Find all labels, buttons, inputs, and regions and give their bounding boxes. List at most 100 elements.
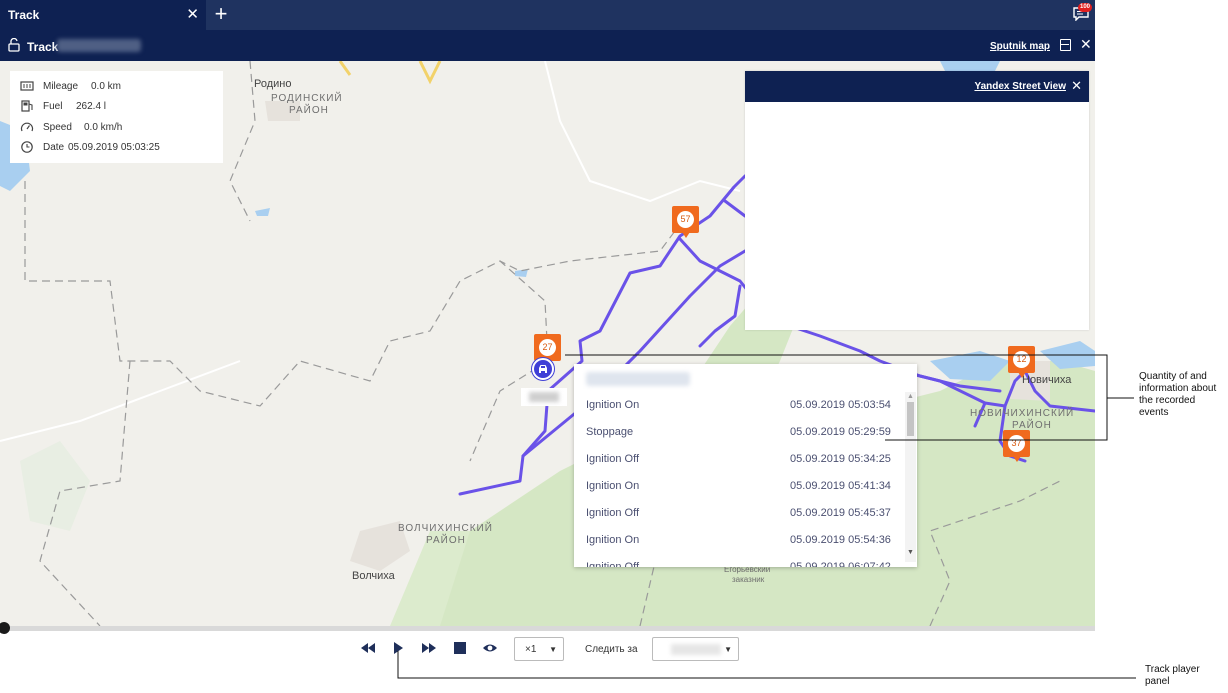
tab-track[interactable]: Track ✕ [0,0,206,30]
vehicle-marker[interactable] [532,358,554,380]
event-time: 05.09.2019 05:45:37 [790,507,891,519]
chevron-down-icon: ▼ [549,645,557,654]
event-row[interactable]: Ignition Off 05.09.2019 05:45:37 [574,500,904,527]
event-time: 05.09.2019 06:07:42 [790,561,891,567]
unit-name-redacted [57,39,141,52]
event-row[interactable]: Ignition On 05.09.2019 05:54:36 [574,527,904,554]
close-tab-icon[interactable]: ✕ [186,5,199,23]
district-label-rodino-1: РОДИНСКИЙ [271,93,343,104]
track-header: Track Sputnik map ✕ [0,30,1095,61]
tab-title: Track [8,8,40,22]
track-player-panel: ×1 ▼ Следить за ▼ [0,631,1095,669]
clock-icon [21,141,33,153]
event-marker-12[interactable]: 12 [1008,346,1035,378]
event-row[interactable]: Stoppage 05.09.2019 05:29:59 [574,419,904,446]
add-tab-icon[interactable]: + [211,1,231,27]
follow-label: Следить за [585,644,638,655]
event-marker-27[interactable]: 27 [534,334,561,366]
close-street-view-icon[interactable]: ✕ [1071,78,1082,94]
city-label-novichikha: Новичиха [1022,374,1072,386]
track-app: Track ✕ + 100 Track Sputnik map ✕ Родино… [0,0,1095,693]
chevron-down-icon: ▼ [724,645,732,654]
split-layout-icon[interactable] [1060,39,1071,51]
fuel-icon [21,100,33,112]
player-callout: Track player panel [1145,664,1200,688]
district-label-volchikha-2: РАЙОН [426,535,466,546]
event-name: Ignition On [586,399,640,411]
unlock-icon[interactable] [8,38,20,52]
stop-icon[interactable] [452,641,468,655]
track-info-panel: Mileage 0.0 km Fuel 262.4 l Speed 0.0 km… [10,71,223,163]
notifications-button[interactable]: 100 [1073,3,1093,22]
events-scrollbar[interactable]: ▲ ▼ [905,392,916,562]
event-time: 05.09.2019 05:41:34 [790,480,891,492]
event-row[interactable]: Ignition On 05.09.2019 05:41:34 [574,473,904,500]
event-time: 05.09.2019 05:34:25 [790,453,891,465]
event-count: 57 [677,211,694,228]
district-label-volchikha-1: ВОЛЧИХИНСКИЙ [398,523,493,534]
map-type-link[interactable]: Sputnik map [990,41,1050,52]
event-marker-57[interactable]: 57 [672,206,699,238]
district-label-novichikha-1: НОВИЧИХИНСКИЙ [970,408,1075,419]
reserve-label-2: заказник [732,575,765,584]
car-icon [539,365,547,373]
event-row[interactable]: Ignition Off 05.09.2019 06:07:42 [574,554,904,567]
scroll-thumb[interactable] [907,402,914,436]
callout-line: Quantity of and [1139,371,1207,382]
street-view-header: Yandex Street View ✕ [745,71,1089,102]
notification-badge: 100 [1078,3,1093,12]
event-count: 37 [1008,435,1025,452]
events-popup: Ignition On 05.09.2019 05:03:54 Stoppage 05… [574,364,917,567]
callout-line: the recorded [1139,395,1196,406]
event-time: 05.09.2019 05:29:59 [790,426,891,438]
speed-label: Speed [43,122,72,133]
street-view-panel: Yandex Street View ✕ [745,71,1089,330]
event-marker-37[interactable]: 37 [1003,430,1030,462]
odometer-icon [20,81,34,91]
callout-line: events [1139,407,1169,418]
date-label: Date [43,142,65,153]
track-label: Track [27,40,59,54]
callout-line: information about [1139,383,1217,394]
fuel-value: 262.4 l [76,101,107,112]
eye-icon[interactable] [482,641,498,655]
event-name: Ignition Off [586,453,639,465]
fast-forward-icon[interactable] [421,641,437,655]
scroll-up-icon[interactable]: ▲ [907,393,914,400]
playback-speed-select[interactable]: ×1 ▼ [514,637,564,661]
event-time: 05.09.2019 05:54:36 [790,534,891,546]
event-name: Ignition On [586,534,640,546]
speed-value: 0.0 km/h [84,122,123,133]
play-icon[interactable] [391,641,407,655]
event-count: 27 [539,339,556,356]
event-name: Ignition Off [586,561,639,567]
tab-bar: Track ✕ + 100 [0,0,1095,30]
vehicle-label-redacted [521,388,567,406]
playback-speed-value: ×1 [525,644,537,655]
city-label-volchikha: Волчиха [352,570,395,582]
mileage-value: 0.0 km [91,81,122,92]
city-label-rodino: Родино [254,78,292,90]
events-header-redacted [586,372,690,386]
scroll-down-icon[interactable]: ▼ [907,549,914,556]
follow-unit-redacted [671,644,721,655]
mileage-label: Mileage [43,81,79,92]
event-row[interactable]: Ignition On 05.09.2019 05:03:54 [574,392,904,419]
callout-line: panel [1145,676,1170,687]
date-value: 05.09.2019 05:03:25 [68,142,160,153]
district-label-rodino-2: РАЙОН [289,105,329,116]
events-callout: Quantity of and information about the re… [1139,371,1216,419]
event-name: Ignition Off [586,507,639,519]
event-count: 12 [1013,351,1030,368]
close-track-icon[interactable]: ✕ [1080,36,1092,53]
follow-unit-select[interactable]: ▼ [652,637,739,661]
event-name: Stoppage [586,426,634,438]
event-time: 05.09.2019 05:03:54 [790,399,891,411]
fuel-label: Fuel [43,101,63,112]
rewind-icon[interactable] [360,641,376,655]
street-view-link[interactable]: Yandex Street View [974,81,1066,92]
callout-line: Track player [1145,664,1200,675]
speedometer-icon [20,122,34,132]
event-name: Ignition On [586,480,640,492]
event-row[interactable]: Ignition Off 05.09.2019 05:34:25 [574,446,904,473]
